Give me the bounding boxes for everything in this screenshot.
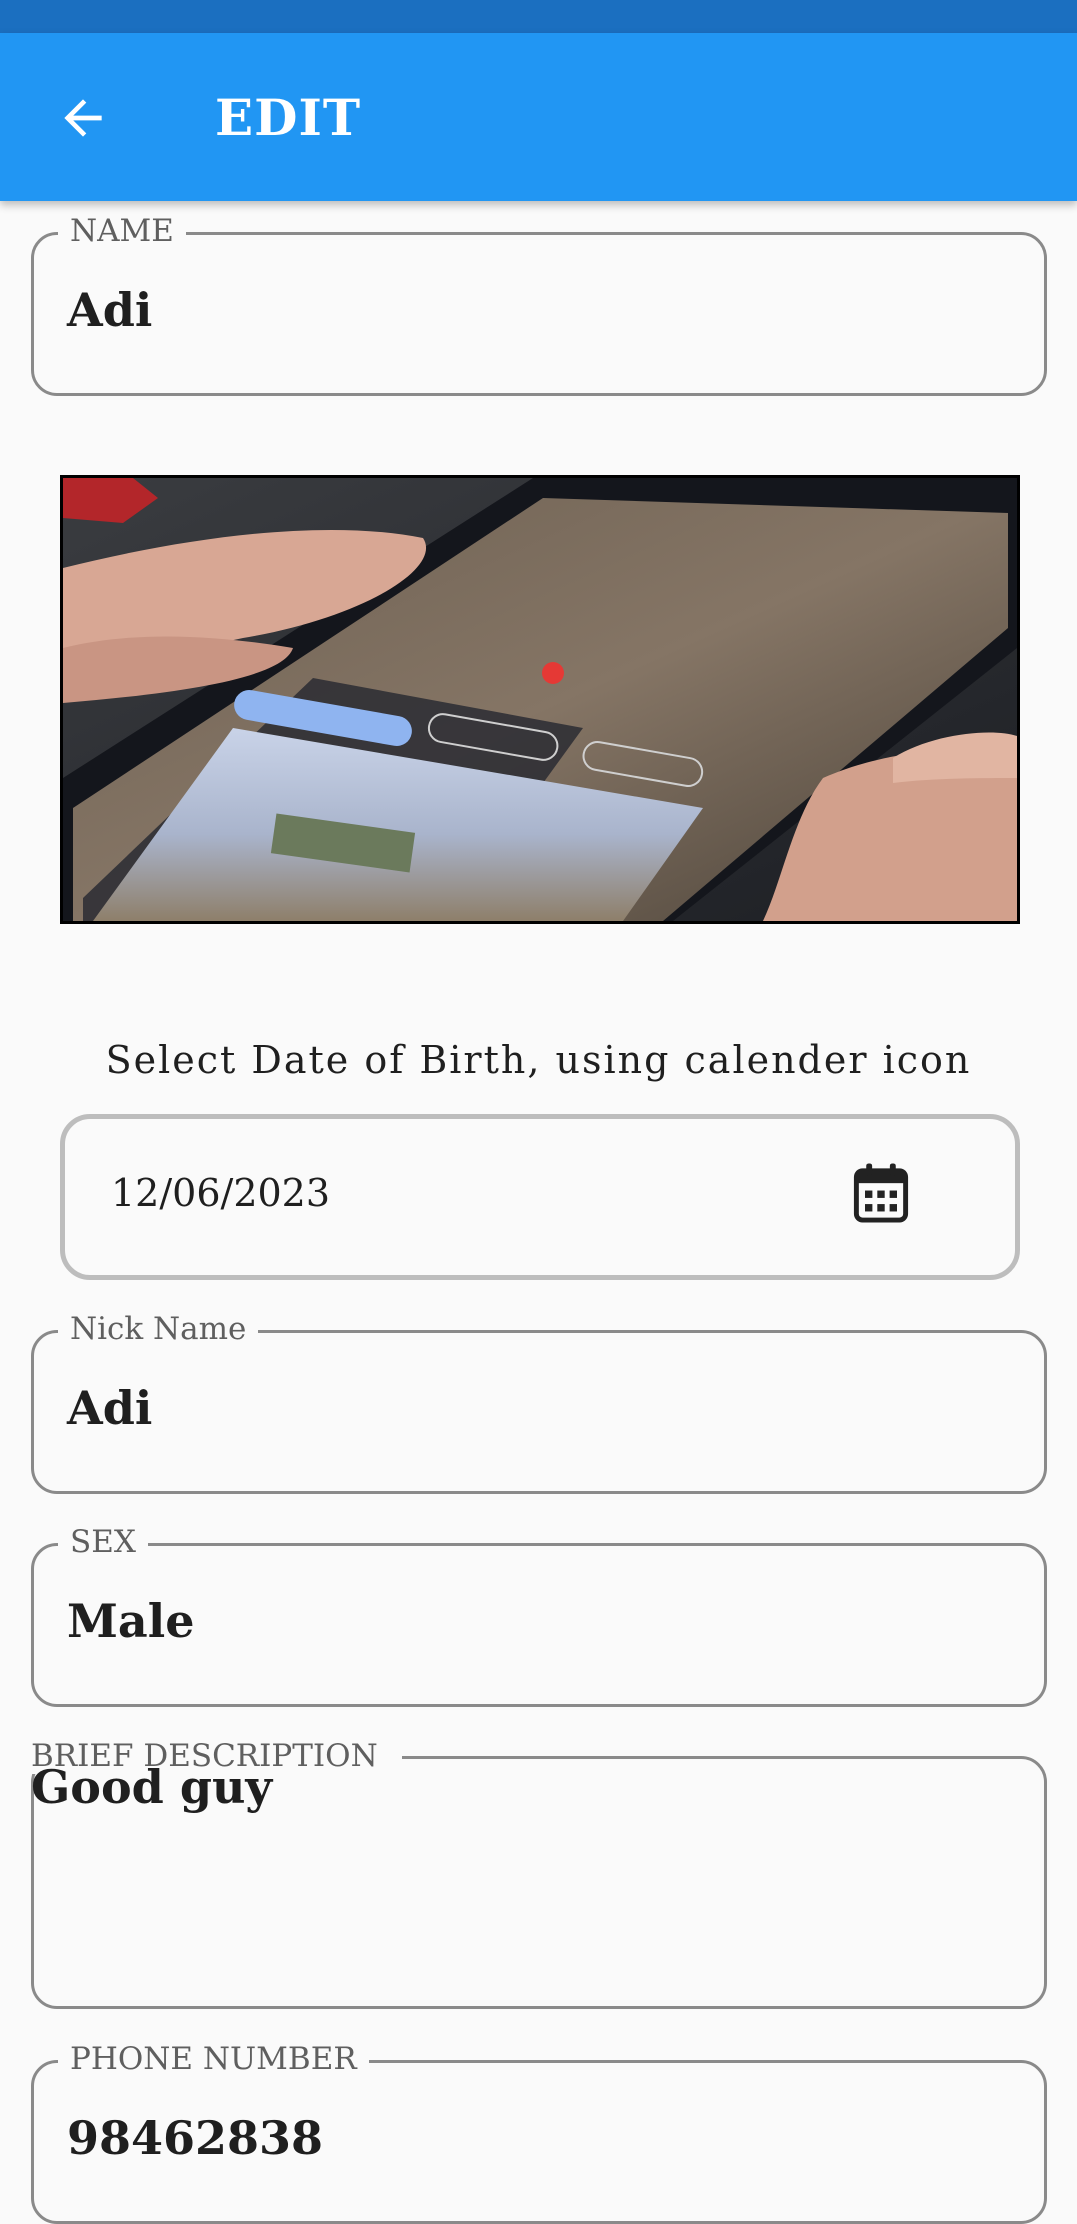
sex-field-label: SEX [58, 1524, 148, 1560]
name-field-label: NAME [58, 213, 186, 249]
dob-caption: Select Date of Birth, using calender ico… [105, 1038, 972, 1082]
phone-number-field-label: PHONE NUMBER [58, 2041, 369, 2077]
nick-name-field-value: Adi [67, 1381, 153, 1435]
dob-field[interactable]: 12/06/2023 [60, 1114, 1020, 1280]
sex-field[interactable]: SEX Male [31, 1524, 1047, 1707]
name-field[interactable]: NAME Adi [31, 213, 1047, 396]
phone-number-field[interactable]: PHONE NUMBER 98462838 [31, 2041, 1047, 2224]
brief-description-value: Good guy [31, 1760, 273, 1814]
profile-photo[interactable] [60, 475, 1020, 924]
phone-number-field-value: 98462838 [67, 2111, 324, 2165]
status-bar [0, 0, 1077, 33]
page-title: EDIT [215, 88, 362, 147]
app-bar: EDIT [0, 33, 1077, 201]
arrow-left-icon [64, 99, 102, 137]
photo-image [63, 478, 1017, 921]
calendar-button[interactable] [845, 1157, 917, 1229]
back-button[interactable] [48, 83, 118, 153]
nick-name-field-label: Nick Name [58, 1311, 259, 1347]
dob-value: 12/06/2023 [111, 1171, 331, 1215]
calendar-icon [853, 1163, 909, 1223]
nick-name-field[interactable]: Nick Name Adi [31, 1311, 1047, 1494]
name-field-value: Adi [67, 283, 153, 337]
sex-field-value: Male [67, 1594, 195, 1648]
